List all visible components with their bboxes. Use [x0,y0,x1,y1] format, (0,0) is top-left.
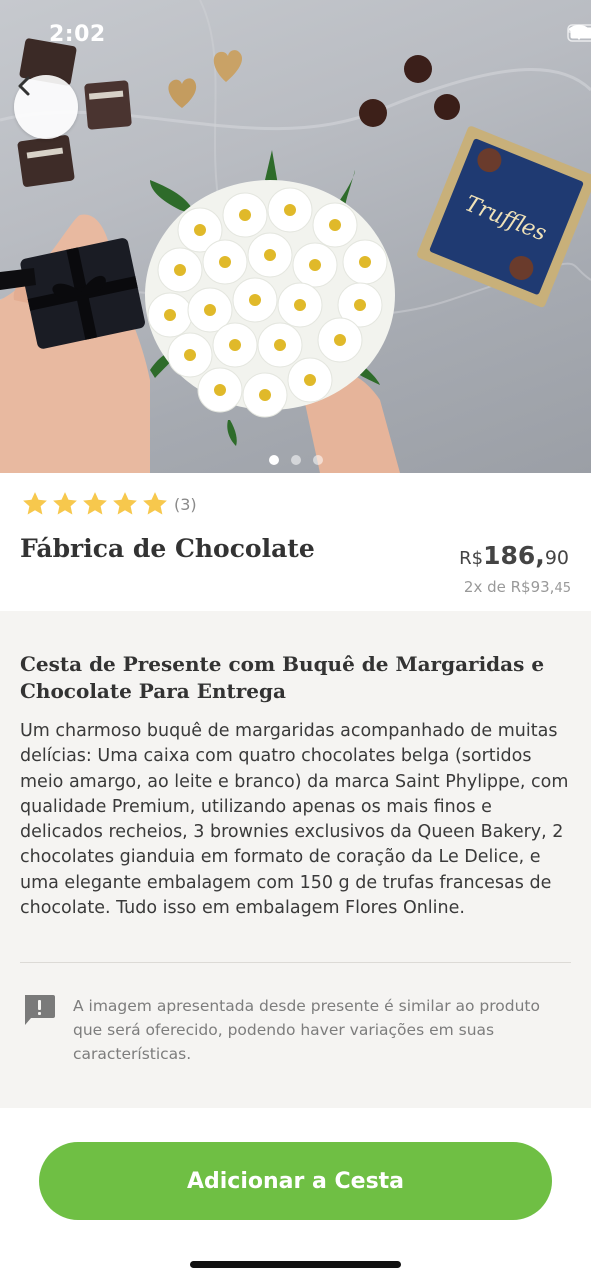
description-panel: Cesta de Presente com Buquê de Margarida… [0,611,591,1108]
product-image-gallery[interactable]: Truffles 2:02 [0,0,591,473]
rating-count[interactable]: (3) [174,495,197,514]
image-notice: A imagem apresentada desde presente é si… [73,997,540,1063]
chevron-left-icon [18,76,30,96]
pagination-dot[interactable] [290,455,301,465]
star-icon [83,492,107,515]
product-photo: Truffles [0,0,591,473]
star-icon [113,492,137,515]
price-integer: 186, [483,541,545,570]
gallery-pagination [0,455,591,465]
star-icon [143,492,167,515]
description-body: Um charmoso buquê de margaridas acompanh… [20,721,569,919]
installment-price: 2x de R$93,45 [464,578,571,596]
pagination-dot[interactable] [312,455,323,465]
price-cents: 90 [544,547,569,569]
star-icon [53,492,77,515]
price-currency: R$ [459,548,484,569]
installment-cents: 45 [554,581,571,596]
home-indicator [190,1261,401,1268]
product-name: Fábrica de Chocolate [20,534,315,563]
description-title: Cesta de Presente com Buquê de Margarida… [20,652,545,703]
status-time: 2:02 [49,22,106,47]
product-rating: (3) [20,489,197,519]
alert-message-icon [25,995,55,1025]
divider [20,962,571,963]
product-price: R$186,90 [459,541,569,570]
pagination-dot[interactable] [268,455,279,465]
battery-icon [567,24,591,42]
installment-prefix: 2x de R$93, [463,578,555,596]
add-to-basket-button[interactable]: Adicionar a Cesta [39,1142,552,1220]
star-icon [23,492,47,515]
back-button[interactable] [14,75,78,139]
